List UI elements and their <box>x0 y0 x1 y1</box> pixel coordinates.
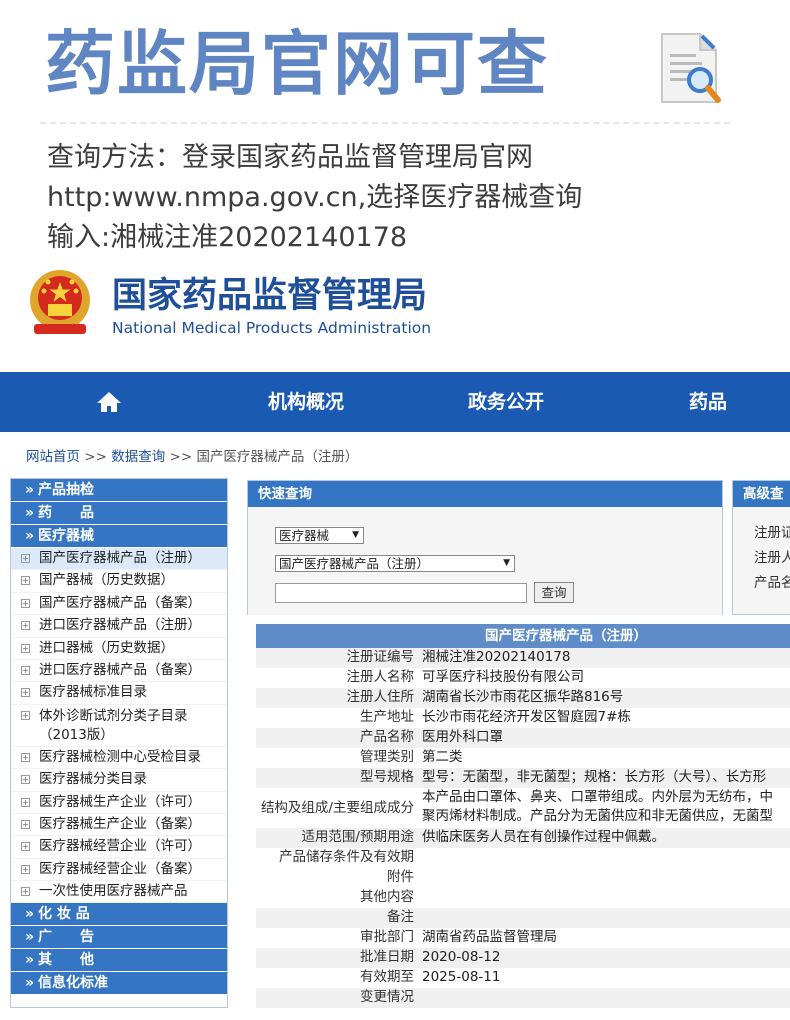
sidebar-item[interactable]: + 进口医疗器械产品（备案） <box>11 660 227 683</box>
nav-item-drugs[interactable]: 药品 <box>689 372 727 432</box>
document-search-icon <box>661 33 721 103</box>
sidebar-item[interactable]: + 进口器械（历史数据） <box>11 638 227 660</box>
expand-icon: + <box>21 576 30 586</box>
advanced-field-label: 注册人 <box>754 550 790 566</box>
breadcrumb-data-query[interactable]: 数据查询 <box>111 449 165 465</box>
search-input[interactable] <box>275 583 527 603</box>
expand-icon: + <box>21 598 30 608</box>
sidebar-item[interactable]: + 医疗器械生产企业（许可） <box>11 792 227 814</box>
expand-icon: + <box>21 710 30 720</box>
quick-search-panel: 快速查询 医疗器械 ▼ 国产医疗器械产品（注册） ▼ 查询 <box>247 480 723 615</box>
expand-icon: + <box>21 643 30 653</box>
advanced-field-label: 产品名 <box>754 575 790 591</box>
page-title: 药监局官网可查 <box>45 23 549 105</box>
table-row: 产品储存条件及有效期 <box>279 849 414 865</box>
brand-name-en: National Medical Products Administration <box>112 319 432 337</box>
sidebar-item[interactable]: + 国产器械（历史数据） <box>11 570 227 593</box>
table-row: 备注 <box>256 908 790 928</box>
sidebar-item[interactable]: + 国产医疗器械产品（备案） <box>11 593 227 616</box>
expand-icon: + <box>21 864 30 874</box>
table-row: 适用范围/预期用途 供临床医务人员在有创操作过程中佩戴。 <box>256 828 790 848</box>
sidebar-item[interactable]: + 医疗器械经营企业（备案） <box>11 859 227 882</box>
category-select[interactable]: 医疗器械 ▼ <box>275 527 364 544</box>
sidebar-category-it-standards[interactable]: » 信息化标准 <box>11 972 227 996</box>
sidebar-category-devices[interactable]: » 医疗器械 <box>11 525 227 548</box>
table-row: 型号规格 型号：无菌型，非无菌型；规格：长方形（大号）、长方形 <box>256 768 790 788</box>
quick-search-title: 快速查询 <box>248 481 722 507</box>
table-row: 产品名称 医用外科口罩 <box>256 728 790 748</box>
sidebar-item[interactable]: + 进口医疗器械产品（注册） <box>11 615 227 638</box>
table-row: 生产地址 长沙市雨花经济开发区智庭园7#栋 <box>360 709 631 725</box>
table-row: 审批部门 湖南省药品监督管理局 <box>360 929 557 945</box>
expand-icon: + <box>21 819 30 829</box>
expand-icon: + <box>21 621 30 631</box>
table-row: 结构及组成/主要组成成分 本产品由口罩体、鼻夹、口罩带组成。内外层为无纺布，中 聚丙… <box>260 789 773 824</box>
sidebar-category-sampling[interactable]: » 产品抽检 <box>11 479 227 502</box>
national-emblem-logo <box>30 270 90 334</box>
sidebar-item[interactable]: + 医疗器械标准目录 <box>11 682 227 705</box>
dashed-divider <box>40 122 730 124</box>
product-detail-panel: 国产医疗器械产品（注册） 注册证编号 湘械注准20202140178 注册人名称可… <box>256 624 790 1014</box>
table-row: 管理类别 第二类 <box>360 749 463 765</box>
breadcrumb-separator: >> <box>169 449 193 465</box>
note-method: 查询方法：登录国家药品监督管理局官网 <box>47 142 533 173</box>
expand-icon: + <box>21 554 30 563</box>
table-row: 变更情况 <box>256 988 790 1008</box>
brand-name-cn: 国家药品监督管理局 <box>112 276 428 316</box>
table-row: 注册人名称 可孚医疗科技股份有限公司 <box>346 669 585 685</box>
sidebar-category-other[interactable]: » 其 他 <box>11 949 227 973</box>
table-row: 有效期至 2025-08-11 <box>360 969 501 985</box>
nav-item-overview[interactable]: 机构概况 <box>268 372 344 432</box>
sidebar-item[interactable]: + 体外诊断试剂分类子目录（2013版） <box>11 705 227 747</box>
sidebar-item[interactable]: + 一次性使用医疗器械产品 <box>11 881 227 904</box>
detail-title: 国产医疗器械产品（注册） <box>256 624 790 648</box>
sidebar-item[interactable]: + 国产医疗器械产品（注册） <box>11 548 227 571</box>
sidebar-item[interactable]: + 医疗器械经营企业（许可） <box>11 836 227 859</box>
breadcrumb: 网站首页 >> 数据查询 >> 国产医疗器械产品（注册） <box>26 445 358 465</box>
note-input: 输入:湘械注准20202140178 <box>47 222 408 253</box>
expand-icon: + <box>21 688 30 698</box>
expand-icon: + <box>21 797 30 807</box>
sidebar-item[interactable]: + 医疗器械检测中心受检目录 <box>11 747 227 770</box>
expand-icon: + <box>21 887 30 897</box>
sidebar-category-cosmetics[interactable]: » 化 妆 品 <box>11 903 227 927</box>
table-row: 注册人住所 湖南省长沙市雨花区振华路816号 <box>256 688 790 708</box>
breadcrumb-home[interactable]: 网站首页 <box>26 449 80 465</box>
sidebar-item[interactable]: + 医疗器械分类目录 <box>11 769 227 792</box>
expand-icon: + <box>21 842 30 852</box>
sidebar: » 产品抽检 » 药 品 » 医疗器械 + 国产医疗器械产品（注册） + 国产器械（历史数… <box>10 478 228 1008</box>
database-select[interactable]: 国产医疗器械产品（注册） ▼ <box>275 555 515 572</box>
nav-item-government[interactable]: 政务公开 <box>468 372 544 432</box>
expand-icon: + <box>21 665 30 675</box>
table-row: 其他内容 <box>360 889 414 905</box>
detail-table: 注册证编号 湘械注准20202140178 注册人名称 可孚医疗科技股份有限公司 注… <box>256 648 790 1008</box>
search-button[interactable]: 查询 <box>534 582 574 603</box>
table-row: 注册证编号 湘械注准20202140178 <box>256 648 790 668</box>
dropdown-arrow-icon: ▼ <box>352 530 359 540</box>
sidebar-category-ads[interactable]: » 广 告 <box>11 926 227 950</box>
dropdown-arrow-icon: ▼ <box>503 558 510 568</box>
table-row: 批准日期 2020-08-12 <box>256 948 790 968</box>
home-icon[interactable] <box>96 391 122 413</box>
note-url: http:www.nmpa.gov.cn,选择医疗器械查询 <box>47 182 583 213</box>
breadcrumb-separator: >> <box>84 449 107 465</box>
breadcrumb-current: 国产医疗器械产品（注册） <box>196 449 359 465</box>
advanced-field-label: 注册证 <box>754 525 790 541</box>
advanced-search-title: 高级查 <box>733 481 790 507</box>
expand-icon: + <box>21 775 30 785</box>
table-row: 附件 <box>387 869 414 885</box>
sidebar-item[interactable]: + 医疗器械生产企业（备案） <box>11 814 227 837</box>
sidebar-category-drugs[interactable]: » 药 品 <box>11 502 227 525</box>
top-navigation: 机构概况 政务公开 药品 <box>0 372 790 432</box>
advanced-search-panel: 高级查 注册证 注册人 产品名 <box>732 480 790 615</box>
expand-icon: + <box>21 752 30 762</box>
